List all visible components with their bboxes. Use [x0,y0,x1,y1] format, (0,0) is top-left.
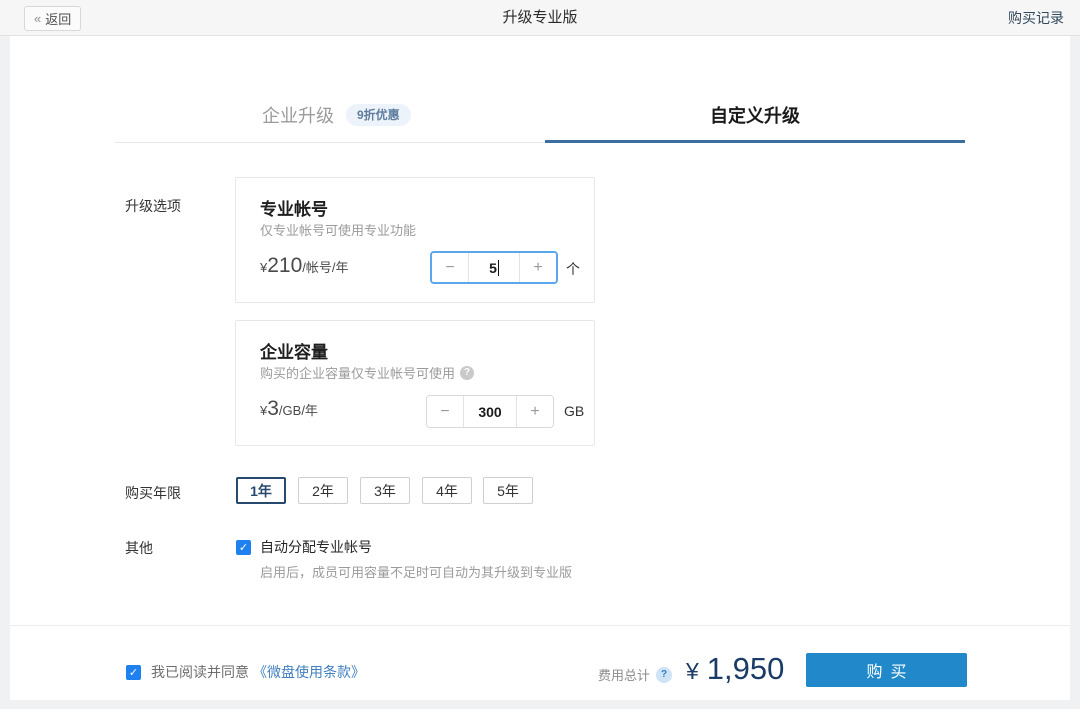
capacity-title: 企业容量 [260,338,328,363]
tab-enterprise-upgrade-label: 企业升级 [262,102,334,128]
minus-button[interactable]: − [427,396,463,427]
capacity-price: ¥3/GB/年 [260,397,318,421]
purchase-years-label: 购买年限 [125,483,181,503]
pro-account-price: ¥210/帐号/年 [260,254,349,278]
pro-account-quantity-input[interactable]: 5 [468,253,520,282]
back-chevrons-icon: « [34,11,41,26]
total-currency: ¥ [686,658,699,685]
price-unit: /GB/年 [279,403,318,418]
pro-account-card: 专业帐号 仅专业帐号可使用专业功能 ¥210/帐号/年 − 5 + 个 [235,177,595,303]
upgrade-options-label: 升级选项 [125,196,181,216]
capacity-unit: GB [564,403,584,419]
terms-link[interactable]: 《微盘使用条款》 [253,662,365,682]
total-amount: 1,950 [707,651,785,687]
minus-button[interactable]: − [432,253,468,282]
back-label: 返回 [45,9,71,28]
tab-enterprise-upgrade[interactable]: 企业升级 9折优惠 [262,102,411,128]
capacity-subtitle-text: 购买的企业容量仅专业帐号可使用 [260,363,455,382]
tab-custom-upgrade[interactable]: 自定义升级 [710,102,800,128]
terms-row: ✓ 我已阅读并同意 《微盘使用条款》 [126,662,365,682]
auto-assign-label: 自动分配专业帐号 [260,537,372,557]
terms-checkbox[interactable]: ✓ [126,665,141,680]
footer-divider [10,625,1070,626]
page-title: 升级专业版 [502,0,577,36]
capacity-quantity-value: 300 [478,404,501,420]
total-label: 费用总计 [598,665,650,684]
price-amount: 3 [267,397,279,420]
auto-assign-checkbox[interactable]: ✓ [236,540,251,555]
content-panel: 企业升级 9折优惠 自定义升级 升级选项 专业帐号 仅专业帐号可使用专业功能 ¥… [10,36,1070,700]
total-label-row: 费用总计 ? [598,665,672,684]
year-button-3[interactable]: 3年 [360,477,410,504]
pro-account-quantity-value: 5 [489,260,497,276]
pro-account-stepper: − 5 + [430,251,558,284]
pro-account-unit: 个 [566,259,580,279]
year-button-5[interactable]: 5年 [483,477,533,504]
year-button-2[interactable]: 2年 [298,477,348,504]
price-unit: /帐号/年 [302,260,348,275]
capacity-help-icon[interactable]: ? [460,366,474,380]
plus-button[interactable]: + [520,253,556,282]
active-tab-indicator [545,140,965,143]
total-help-icon[interactable]: ? [656,667,672,683]
total-price: ¥ 1,950 [686,651,784,687]
other-label: 其他 [125,538,153,558]
year-button-1[interactable]: 1年 [236,477,286,504]
terms-text: 我已阅读并同意 [151,662,249,682]
plus-button[interactable]: + [517,396,553,427]
capacity-subtitle: 购买的企业容量仅专业帐号可使用? [260,363,474,382]
capacity-card: 企业容量 购买的企业容量仅专业帐号可使用? ¥3/GB/年 − 300 + GB [235,320,595,446]
pro-account-subtitle: 仅专业帐号可使用专业功能 [260,220,416,239]
auto-assign-hint: 启用后，成员可用容量不足时可自动为其升级到专业版 [260,562,572,581]
year-button-4[interactable]: 4年 [422,477,472,504]
price-amount: 210 [267,254,302,277]
capacity-stepper: − 300 + [426,395,554,428]
pro-account-title: 专业帐号 [260,195,328,220]
tab-divider [115,142,545,143]
discount-badge: 9折优惠 [346,104,411,126]
auto-assign-row: ✓ 自动分配专业帐号 [236,537,372,557]
top-bar: « 返回 升级专业版 购买记录 [0,0,1080,36]
back-button[interactable]: « 返回 [24,6,81,31]
capacity-quantity-input[interactable]: 300 [463,396,517,427]
purchase-history-link[interactable]: 购买记录 [1008,0,1064,36]
text-cursor [498,260,499,276]
buy-button[interactable]: 购买 [806,653,967,687]
